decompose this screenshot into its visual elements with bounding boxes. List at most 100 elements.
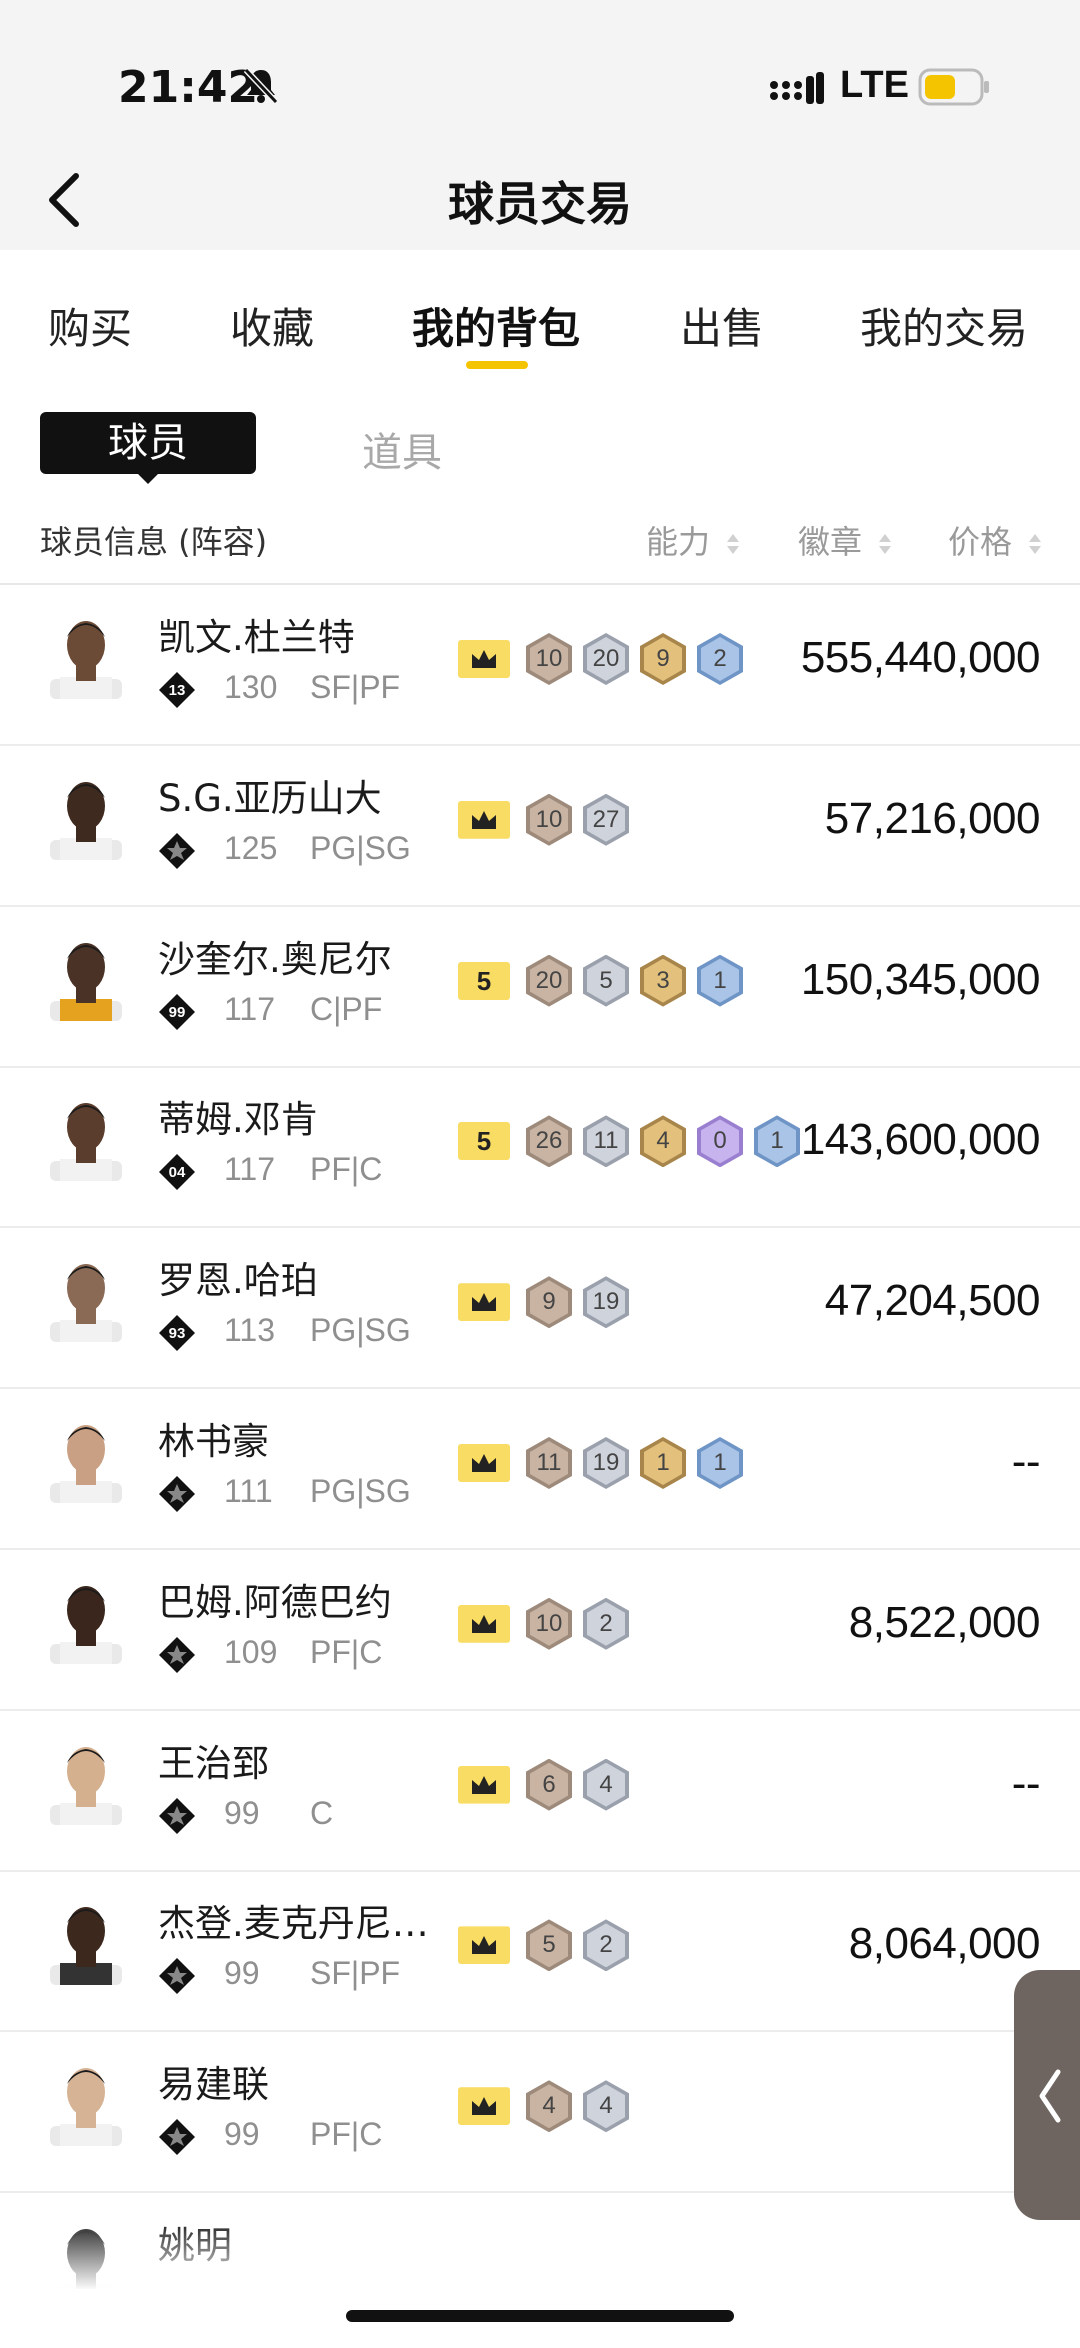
sort-icon — [727, 534, 740, 554]
lineup-rank-icon: 04 — [159, 1154, 195, 1191]
tab-my-trades[interactable]: 我的交易 — [860, 295, 1028, 356]
tab-buy[interactable]: 购买 — [48, 295, 132, 356]
player-name: 王治郅 — [158, 1741, 269, 1785]
bronze-badge-hex: 9 — [526, 1276, 572, 1329]
silver-badge-hex: 11 — [583, 1115, 629, 1168]
rank-number: 93 — [169, 1325, 186, 1342]
tab-sell[interactable]: 出售 — [680, 295, 764, 356]
badge-count: 1 — [713, 1449, 727, 1476]
bronze-badge-hex: 5 — [526, 1919, 572, 1972]
player-price: 57,216,000 — [824, 793, 1041, 843]
badge-group: 44 — [458, 2076, 640, 2136]
player-name: 易建联 — [158, 2063, 269, 2107]
rank-number: 04 — [169, 1164, 186, 1181]
silver-badge-hex: 4 — [583, 1758, 629, 1811]
badge-count: 6 — [542, 1770, 556, 1798]
clock: 21:42 — [118, 62, 259, 113]
badge-group: 9 19 — [458, 1272, 640, 1332]
player-row[interactable]: 林书豪 111 PG|SG 11 19 1 1 -- — [0, 1389, 1080, 1550]
player-position: PF|C — [310, 1151, 383, 1188]
badge-group: 64 — [458, 1755, 640, 1815]
floating-side-handle[interactable] — [1014, 1970, 1080, 2220]
tab-favorites[interactable]: 收藏 — [230, 295, 314, 356]
badge-count: 26 — [535, 1127, 563, 1155]
player-position: SF|PF — [310, 669, 401, 705]
rank-number: 99 — [169, 1004, 186, 1021]
column-player-info: 球员信息 (阵容) — [40, 523, 268, 561]
player-row[interactable]: 罗恩.哈珀 93 113 PG|SG 9 19 47,204,500 — [0, 1228, 1080, 1390]
badge-group: 10 2 — [458, 1594, 640, 1654]
player-position: PF|C — [310, 2116, 383, 2153]
player-row[interactable]: S.G.亚历山大 125 PG|SG 10 27 57,216,000 — [0, 746, 1080, 907]
column-ability[interactable]: 能力 — [646, 517, 740, 563]
player-rating: 125 — [224, 829, 278, 866]
badge-count: 2 — [599, 1931, 613, 1959]
player-position: PF|C — [310, 1633, 383, 1670]
badge-count: 5 — [542, 1931, 556, 1959]
crown-icon — [458, 640, 510, 678]
player-row[interactable]: 王治郅 99 C 6 4 -- — [0, 1711, 1080, 1872]
blue-badge-hex: 1 — [697, 954, 743, 1007]
player-position: SF|PF — [310, 1955, 401, 1992]
player-price: -- — [1011, 1758, 1041, 1808]
player-rating: 99 — [224, 1794, 260, 1831]
subtab-items[interactable]: 道具 — [362, 420, 442, 478]
silver-badge-hex: 19 — [583, 1276, 629, 1329]
player-rating: 99 — [224, 2116, 260, 2153]
bronze-badge-hex: 10 — [526, 793, 572, 846]
badge-count: 4 — [599, 1770, 613, 1798]
subtab-pointer — [136, 472, 160, 484]
lineup-rank-icon — [159, 1958, 195, 1995]
silver-badge-hex: 27 — [583, 793, 629, 846]
player-avatar — [50, 1585, 122, 1664]
gold-badge-hex: 4 — [640, 1115, 686, 1168]
player-row[interactable]: 易建联99PF|C44- — [0, 2032, 1080, 2194]
lineup-rank-icon — [159, 1476, 195, 1512]
lineup-rank-icon — [159, 2119, 195, 2156]
badge-count: 2 — [599, 1609, 613, 1637]
lineup-rank-icon: 99 — [159, 993, 195, 1030]
player-row[interactable]: 沙奎尔.奥尼尔 99 117 C|PF 5 20 5 3 1 150,345,000 — [0, 907, 1080, 1068]
crown-icon — [458, 1765, 510, 1804]
player-price: -- — [1011, 1437, 1041, 1486]
active-tab-indicator — [466, 361, 528, 369]
column-price[interactable]: 价格 — [948, 517, 1042, 563]
player-position: PG|SG — [310, 1312, 411, 1349]
bronze-badge-hex: 6 — [526, 1758, 572, 1811]
lineup-rank-icon: 13 — [159, 672, 195, 708]
silver-badge-hex: 5 — [583, 954, 629, 1007]
lineup-rank-icon: 93 — [159, 1315, 195, 1352]
player-rating: 117 — [224, 1151, 276, 1188]
player-row[interactable]: 蒂姆.邓肯 04 117 PF|C 5 26 11 4 0 1 143,600,000 — [0, 1067, 1080, 1229]
badge-count: 19 — [592, 1288, 620, 1316]
player-row[interactable]: 巴姆.阿德巴约 109 PF|C 10 2 8,522,000 — [0, 1550, 1080, 1711]
home-indicator[interactable] — [346, 2310, 734, 2322]
battery-icon — [918, 68, 989, 106]
badge-group: 10 27 — [458, 790, 640, 850]
silver-badge-hex: 2 — [583, 1919, 629, 1972]
badge-count: 10 — [535, 805, 563, 833]
player-rating: 113 — [224, 1312, 276, 1349]
rank-number: 13 — [169, 682, 186, 699]
player-rating: 130 — [224, 669, 278, 705]
tab-my-bag[interactable]: 我的背包 — [412, 295, 580, 356]
subtab-players[interactable]: 球员 — [40, 412, 256, 474]
bronze-badge-hex: 4 — [526, 2080, 572, 2133]
player-position: PG|SG — [310, 1473, 411, 1509]
network-type: LTE — [840, 64, 909, 106]
silver-badge-hex: 4 — [583, 2080, 629, 2133]
crown-icon — [458, 1444, 510, 1482]
player-position: C — [310, 1794, 334, 1831]
page-title: 球员交易 — [448, 177, 632, 231]
sort-icon — [879, 534, 892, 554]
lineup-rank-icon — [159, 832, 195, 869]
column-badge[interactable]: 徽章 — [798, 517, 892, 563]
player-rating: 117 — [224, 990, 276, 1027]
badge-group: 52 — [458, 1915, 640, 1975]
player-row[interactable]: 杰登.麦克丹尼… 99 SF|PF 5 2 8,064,000 — [0, 1871, 1080, 2033]
purple-badge-hex: 0 — [697, 1115, 743, 1168]
chevron-left-icon — [1039, 2069, 1061, 2123]
silver-badge-hex: 19 — [583, 1437, 629, 1489]
player-row[interactable]: 凯文.杜兰特 13 130 SF|PF 10 20 9 2 555,440,000 — [0, 585, 1080, 746]
badge-count: 1 — [656, 1449, 670, 1476]
